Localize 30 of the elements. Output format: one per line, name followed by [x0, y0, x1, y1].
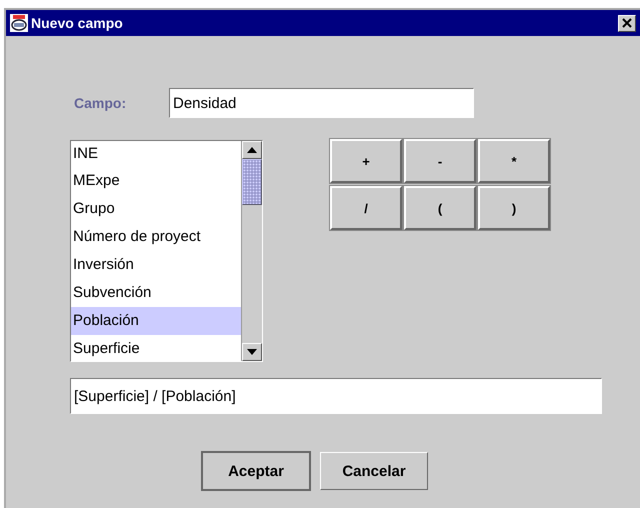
- list-item[interactable]: Superficie: [71, 335, 241, 361]
- operator-button[interactable]: -: [404, 139, 476, 183]
- list-item[interactable]: Población: [71, 307, 241, 335]
- scroll-up-button[interactable]: [242, 141, 262, 159]
- operator-button[interactable]: +: [330, 139, 402, 183]
- operator-button[interactable]: ): [478, 186, 550, 230]
- operator-button[interactable]: (: [404, 186, 476, 230]
- operator-button[interactable]: *: [478, 139, 550, 183]
- scroll-down-button[interactable]: [242, 343, 262, 361]
- close-icon: [622, 18, 632, 28]
- list-item[interactable]: Grupo: [71, 195, 241, 223]
- field-list[interactable]: INE MExpe Grupo Número de proyect Inversión Subvención Población Superficie: [70, 140, 263, 362]
- list-item[interactable]: Número de proyect: [71, 223, 241, 251]
- window-title: Nuevo campo: [31, 15, 124, 31]
- name-field[interactable]: Densidad: [169, 88, 474, 118]
- formula-field[interactable]: [Superficie] / [Población]: [70, 378, 602, 414]
- dialog-button[interactable]: Cancelar: [320, 452, 428, 490]
- list-item[interactable]: Subvención: [71, 279, 241, 307]
- scrollbar[interactable]: [241, 141, 262, 361]
- list-item[interactable]: MExpe: [71, 167, 241, 195]
- up-arrow-icon: [247, 147, 257, 153]
- close-button[interactable]: [618, 14, 636, 32]
- app-icon: [10, 14, 28, 32]
- down-arrow-icon: [247, 349, 257, 355]
- campo-label: Campo:: [74, 95, 128, 111]
- list-item[interactable]: Inversión: [71, 251, 241, 279]
- dialog-button[interactable]: Aceptar: [202, 452, 310, 490]
- list-item[interactable]: INE: [71, 141, 241, 167]
- scroll-thumb[interactable]: [242, 159, 262, 205]
- operator-button[interactable]: /: [330, 186, 402, 230]
